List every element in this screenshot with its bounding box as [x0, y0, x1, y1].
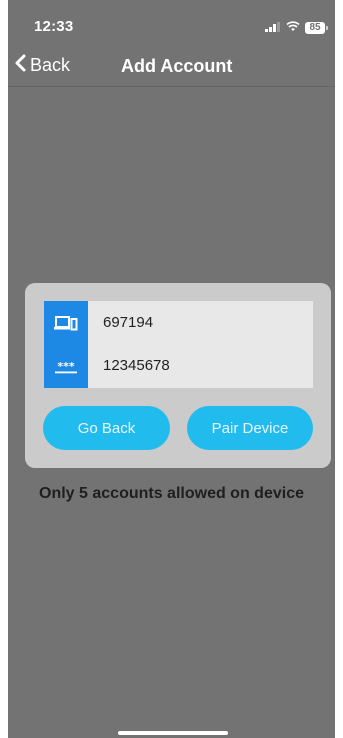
- credentials-fields: *** 697194 12345678: [44, 301, 313, 388]
- status-bar: 12:33 85: [8, 0, 335, 44]
- home-indicator[interactable]: [118, 731, 228, 735]
- phone-frame: 12:33 85 Back Add Account *** 697194 123…: [0, 0, 343, 738]
- devices-icon: [44, 301, 88, 344]
- page-title: Add Account: [121, 56, 233, 76]
- device-id-field[interactable]: 697194: [103, 314, 153, 331]
- navigation-bar: Back Add Account: [8, 44, 335, 87]
- password-icon: ***: [44, 345, 88, 388]
- status-icons: 85: [265, 19, 328, 37]
- icon-strip: ***: [44, 301, 88, 388]
- cellular-signal-icon: [265, 19, 281, 37]
- status-time: 12:33: [34, 18, 74, 35]
- go-back-button[interactable]: Go Back: [43, 406, 170, 450]
- svg-text:***: ***: [57, 360, 75, 373]
- chevron-left-icon: [14, 54, 26, 77]
- password-field[interactable]: 12345678: [103, 357, 170, 374]
- battery-indicator: 85: [305, 22, 328, 34]
- pair-device-button[interactable]: Pair Device: [187, 406, 313, 450]
- wifi-icon: [286, 19, 300, 37]
- back-button[interactable]: Back: [14, 54, 70, 77]
- account-limit-notice: Only 5 accounts allowed on device: [39, 485, 304, 502]
- app-screen: 12:33 85 Back Add Account *** 697194 123…: [8, 0, 335, 738]
- add-account-dialog: *** 697194 12345678 Go Back Pair Device: [25, 283, 331, 468]
- back-label: Back: [30, 55, 71, 75]
